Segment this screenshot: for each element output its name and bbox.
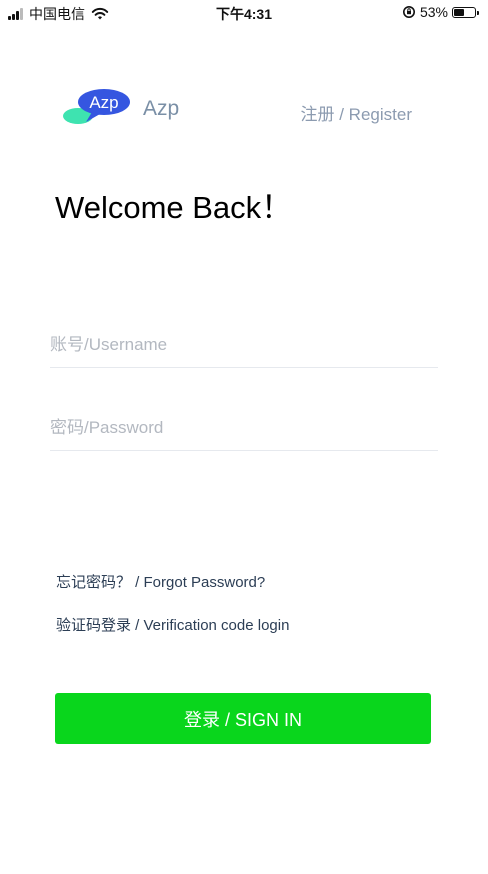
app-logo: Azp [63, 89, 130, 124]
password-input[interactable] [50, 410, 438, 450]
battery-percent: 53% [419, 4, 448, 20]
status-bar: 中国电信 下午4:31 53% [0, 0, 488, 26]
rotation-lock-icon [402, 6, 415, 18]
battery-icon [452, 6, 479, 18]
sign-in-button[interactable]: 登录 / SIGN IN [55, 693, 431, 744]
username-input[interactable] [50, 327, 438, 367]
status-right: 53% [402, 4, 479, 20]
register-link[interactable]: 注册 / Register [301, 100, 412, 125]
page-title: Welcome Back！ [55, 190, 293, 225]
username-field-wrapper [50, 327, 438, 368]
verification-code-login-link[interactable]: 验证码登录 / Verification code login [56, 614, 289, 635]
battery-level [454, 8, 464, 16]
logo-text: Azp [89, 93, 118, 112]
password-field-wrapper [50, 410, 438, 451]
forgot-password-link[interactable]: 忘记密码？ / Forgot Password? [56, 571, 265, 592]
app-name: Azp [143, 97, 180, 120]
